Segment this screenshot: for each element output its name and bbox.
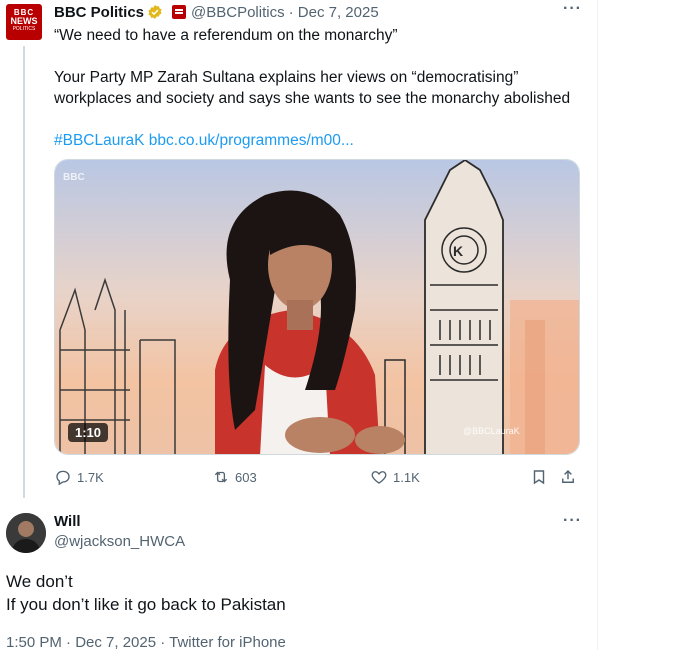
tweet-date[interactable]: · Dec 7, 2025 <box>289 4 379 21</box>
tweet-text-line: workplaces and society and says she want… <box>54 90 571 107</box>
user-photo-icon <box>6 513 46 553</box>
corner-bbc-logo: BBC <box>63 172 85 183</box>
bookmark-button[interactable] <box>530 468 548 486</box>
reply-handle[interactable]: @wjackson_HWCA <box>54 533 185 550</box>
tweet-text-line: Your Party MP Zarah Sultana explains her… <box>54 69 519 86</box>
video-duration-badge: 1:10 <box>68 423 109 442</box>
tweet-text-line: “We need to have a referendum on the mon… <box>54 27 398 44</box>
avatar-logo-line2: NEWS <box>10 16 38 26</box>
like-count: 1.1K <box>393 469 420 485</box>
reply-body: We don’t If you don’t like it go back to… <box>6 570 286 616</box>
tweet-actions-bar: 1.7K 603 1.1K <box>54 468 594 490</box>
author-display-name[interactable]: BBC Politics <box>54 4 144 21</box>
repost-button[interactable]: 603 <box>212 468 257 486</box>
video-media[interactable]: K BBC @BBCLauraK 1:10 <box>54 159 580 455</box>
video-thumbnail: K BBC @BBCLauraK <box>55 160 579 454</box>
affiliation-badge-icon <box>172 5 187 19</box>
bbc-politics-avatar[interactable]: BBC NEWS POLITICS <box>6 4 42 40</box>
reply-more-options-icon[interactable]: ··· <box>563 512 582 530</box>
verified-badge-icon <box>148 5 162 19</box>
bookmark-icon <box>533 470 545 485</box>
like-button[interactable]: 1.1K <box>370 468 420 486</box>
column-divider <box>597 0 598 650</box>
repost-count: 603 <box>235 469 257 485</box>
tweet-header: BBC Politics @BBCPolitics · Dec 7, 2025 <box>54 2 379 22</box>
video-watermark: @BBCLauraK <box>463 426 520 436</box>
heart-icon <box>371 471 387 484</box>
reply-text-line: If you don’t like it go back to Pakistan <box>6 595 286 614</box>
author-handle[interactable]: @BBCPolitics <box>191 4 285 21</box>
tweet-body: “We need to have a referendum on the mon… <box>54 25 594 151</box>
avatar-logo-line3: POLITICS <box>12 26 36 32</box>
reply-count: 1.7K <box>77 469 104 485</box>
hashtag-link[interactable]: #BBCLauraK <box>54 132 144 149</box>
reply-icon <box>56 470 70 486</box>
url-link[interactable]: bbc.co.uk/programmes/m00... <box>149 132 354 149</box>
repost-icon <box>214 471 228 483</box>
reply-timestamp[interactable]: 1:50 PM · Dec 7, 2025 · Twitter for iPho… <box>6 634 286 650</box>
share-icon <box>562 469 574 483</box>
more-options-icon[interactable]: ··· <box>563 0 582 18</box>
thread-connector-line <box>23 46 25 498</box>
reply-display-name[interactable]: Will <box>54 513 81 530</box>
share-button[interactable] <box>559 468 577 486</box>
reply-text-line: We don’t <box>6 572 73 591</box>
svg-text:K: K <box>453 243 463 259</box>
will-avatar[interactable] <box>6 513 46 553</box>
reply-button[interactable]: 1.7K <box>54 468 104 486</box>
